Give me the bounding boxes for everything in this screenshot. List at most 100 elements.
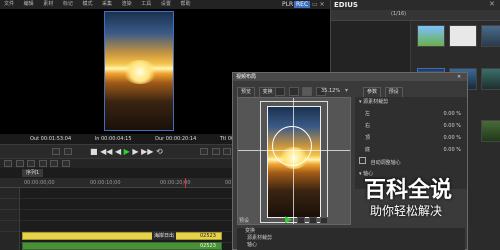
set-out-button[interactable] [63, 148, 72, 155]
clip-code: 02523 [200, 233, 216, 239]
dialog-close-icon[interactable]: ✕ [457, 73, 461, 81]
bin-thumbnail[interactable] [417, 25, 445, 47]
ruler-tick: 00:00:10;00 [90, 180, 121, 186]
crosshair-v [293, 98, 294, 224]
dialog-tool-2[interactable] [308, 217, 317, 224]
menu-help[interactable]: 帮助 [180, 1, 190, 7]
kf-row[interactable]: 源素材裁剪 [237, 235, 465, 242]
track-header[interactable] [0, 210, 19, 221]
track-header[interactable] [0, 188, 19, 199]
track-headers [0, 188, 20, 250]
crop-bottom-label: 底 [365, 147, 371, 153]
rec-badge[interactable]: REC [294, 1, 311, 8]
pivot-expand-icon[interactable]: ▾ [359, 171, 362, 177]
crop-left-value[interactable]: 0.00 % [444, 109, 461, 120]
bin-thumbnail[interactable] [481, 68, 500, 90]
dialog-tool-1[interactable] [297, 217, 305, 224]
menu-tools[interactable]: 工具 [141, 1, 151, 7]
window-controls[interactable]: ▭ ✕ [312, 1, 328, 8]
auto-pivot-label: 自动调整轴心 [370, 160, 401, 166]
crop-row-right[interactable]: 右 0.00 % [355, 121, 467, 133]
preview-frame [104, 11, 174, 131]
tl-tool-6[interactable] [61, 160, 70, 167]
tl-tool-4[interactable] [38, 160, 47, 167]
crop-right-value[interactable]: 0.00 % [444, 121, 461, 132]
menu-clip[interactable]: 素材 [43, 1, 53, 7]
step-back-icon[interactable]: ◀ [115, 147, 121, 156]
layout-tool-1[interactable] [275, 87, 285, 96]
auto-pivot-row[interactable]: 自动调整轴心 [355, 157, 467, 169]
crop-top-value[interactable]: 0.00 % [444, 133, 461, 144]
step-forward-icon[interactable]: ▶ [132, 147, 138, 156]
layout-canvas[interactable] [237, 97, 351, 225]
tl-tool-3[interactable] [27, 160, 36, 167]
audio-code: 02523 [200, 243, 216, 249]
set-in-button[interactable] [52, 148, 60, 155]
fast-forward-icon[interactable]: ▶▶ [141, 147, 153, 156]
crop-row-left[interactable]: 左 0.00 % [355, 109, 467, 121]
bin-close-icon[interactable]: ✕ [489, 0, 495, 8]
watermark-subtitle: 助你轻松解决 [370, 204, 443, 218]
crop-bottom-value[interactable]: 0.00 % [444, 145, 461, 156]
video-clip[interactable] [22, 232, 222, 240]
bin-toolbar: (1/16) [331, 10, 500, 21]
menu-bar: 文件 编辑 素材 标记 模式 采集 渲染 工具 设置 帮助 [0, 0, 330, 9]
insert-button[interactable] [200, 148, 208, 155]
crop-row-top[interactable]: 顶 0.00 % [355, 133, 467, 145]
bin-thumbnail[interactable] [481, 120, 500, 142]
layout-tool-3[interactable] [302, 87, 313, 96]
zoom-value[interactable]: 35.12% [321, 88, 340, 94]
dialog-tool-3[interactable] [320, 217, 329, 224]
tl-tool-2[interactable] [15, 160, 24, 167]
dur-timecode: Dur 00:00:20:14 [155, 136, 197, 142]
menu-file[interactable]: 文件 [4, 1, 14, 7]
crosshair-h [238, 150, 350, 151]
snap-button[interactable] [223, 148, 232, 155]
tl-tool-5[interactable] [50, 160, 59, 167]
preset-label: 预设 [239, 218, 250, 224]
out-timecode: Out 00:01:53:04 [30, 136, 72, 142]
crop-top-label: 顶 [365, 135, 371, 141]
kf-row[interactable]: 变换 [237, 228, 465, 235]
rewind-icon[interactable]: ◀◀ [100, 147, 112, 156]
in-timecode: In 00:00:04:15 [94, 136, 132, 142]
keyframe-tracks: 变换 源素材裁剪 轴心 [237, 228, 465, 250]
plr-label: PLR [282, 1, 294, 8]
audio-clip[interactable] [22, 242, 222, 250]
auto-pivot-checkbox[interactable] [359, 157, 366, 164]
overwrite-button[interactable] [211, 148, 220, 155]
crop-row-bottom[interactable]: 底 0.00 % [355, 145, 467, 157]
menu-mode[interactable]: 模式 [82, 1, 92, 7]
dialog-play-icon[interactable]: ▶ [285, 215, 292, 225]
bin-count: (1/16) [391, 11, 407, 17]
sequence-tab[interactable]: 序列1 [22, 169, 44, 177]
stop-icon[interactable]: ■ [90, 147, 98, 156]
play-icon[interactable]: ▶ [124, 147, 130, 156]
transport-buttons: ■ ◀◀ ◀ ▶ ▶ ▶▶ ⟲ [90, 147, 163, 156]
menu-capture[interactable]: 采集 [102, 1, 112, 7]
crop-header-label: 源素材裁剪 [363, 99, 389, 105]
layout-tool-2[interactable] [288, 87, 299, 96]
bin-thumbnail[interactable] [449, 25, 477, 47]
crop-left-label: 左 [365, 111, 371, 117]
track-header[interactable] [0, 221, 19, 232]
loop-icon[interactable]: ⟲ [156, 147, 163, 156]
zoom-dropdown-icon[interactable]: ▾ [345, 87, 348, 94]
watermark: 百科全说 助你轻松解决 [364, 172, 498, 228]
clip-label: 海岸日出 [152, 232, 177, 240]
track-header[interactable] [0, 199, 19, 210]
menu-edit[interactable]: 编辑 [24, 1, 34, 7]
dialog-tool-buttons [297, 217, 330, 226]
crop-expand-icon[interactable]: ▾ [359, 99, 362, 105]
kf-row[interactable]: 轴心 [237, 242, 465, 249]
ruler-tick: 00:00:00;00 [24, 180, 55, 186]
bin-thumbnail[interactable] [481, 25, 500, 47]
dialog-title: 视频布局 [236, 74, 257, 80]
menu-marker[interactable]: 标记 [63, 1, 73, 7]
tl-tool-1[interactable] [4, 160, 12, 167]
pivot-circle[interactable] [272, 126, 312, 166]
menu-render[interactable]: 渲染 [122, 1, 132, 7]
bin-title: EDIUS [334, 1, 358, 9]
crop-section-header[interactable]: ▾ 源素材裁剪 [355, 97, 467, 109]
menu-settings[interactable]: 设置 [161, 1, 171, 7]
